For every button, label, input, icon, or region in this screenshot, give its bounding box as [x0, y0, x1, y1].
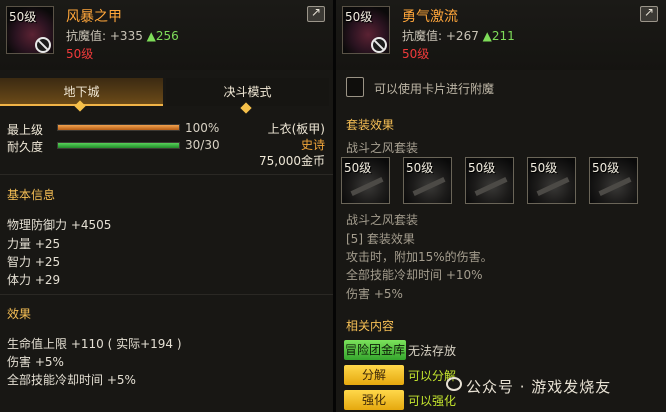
rarity: 史诗: [300, 138, 325, 152]
right-item-panel: 50级 勇气激流 抗魔值: +267 ▲211 50级 可以使用卡片进行附魔 套…: [336, 0, 666, 412]
left-item-panel: 50级 风暴之甲 抗魔值: +335 ▲256 50级 地下城 决斗模式 最上级…: [0, 0, 333, 412]
tab-duel-label: 决斗模式: [223, 85, 272, 99]
set-effect-title: 套装效果: [346, 118, 395, 132]
enchant-card-slot[interactable]: [346, 77, 364, 97]
set-detail-line: [5] 套装效果: [346, 232, 415, 246]
enchant-label: 可以使用卡片进行附魔: [374, 82, 495, 96]
required-level: 50级: [402, 47, 430, 61]
set-piece-level: 50级: [406, 161, 434, 175]
set-piece-slot[interactable]: 50级: [465, 157, 514, 204]
basic-info-title: 基本信息: [7, 188, 56, 202]
set-piece-level: 50级: [530, 161, 558, 175]
set-name: 战斗之风套装: [346, 141, 419, 155]
left-item-header: 50级 风暴之甲 抗魔值: +335 ▲256 50级: [0, 0, 333, 70]
stat-label: 抗魔值:: [66, 29, 107, 43]
required-level: 50级: [66, 47, 94, 61]
magic-resist-stat: 抗魔值: +335 ▲256: [66, 27, 179, 44]
reinforce-note: 可以强化: [408, 394, 457, 408]
stat-intelligence: 智力 +25: [7, 255, 61, 269]
divider: [0, 294, 333, 295]
armor-piece-icon: [598, 177, 632, 196]
effect-damage: 伤害 +5%: [7, 355, 64, 369]
effects-title: 效果: [7, 307, 32, 321]
effect-cooldown: 全部技能冷却时间 +5%: [7, 373, 136, 387]
stat-strength: 力量 +25: [7, 237, 61, 251]
mode-tabs: 地下城 决斗模式: [0, 78, 333, 114]
related-content-title: 相关内容: [346, 319, 395, 333]
set-piece-slot[interactable]: 50级: [589, 157, 638, 204]
durability-bar: [57, 142, 180, 149]
durability-bar-fill: [58, 143, 179, 148]
wechat-icon: [446, 377, 462, 391]
adventure-vault-button[interactable]: 冒险团金库: [344, 340, 406, 360]
set-piece-slot[interactable]: 50级: [341, 157, 390, 204]
durability-value: 30/30: [185, 138, 220, 152]
effect-hp: 生命值上限 +110 ( 实际+194 ): [7, 337, 182, 351]
set-detail-name: 战斗之风套装: [346, 213, 419, 227]
inactive-gem-icon: [240, 102, 252, 114]
right-item-header: 50级 勇气激流 抗魔值: +267 ▲211 50级: [336, 0, 666, 70]
item-name: 风暴之甲: [66, 9, 122, 25]
courage-torrent-item-icon: 50级: [342, 6, 390, 54]
tab-dungeon[interactable]: 地下城: [0, 78, 163, 112]
stat-value: +267: [445, 29, 479, 43]
magic-resist-stat: 抗魔值: +267 ▲211: [402, 27, 515, 44]
stat-physical-defense: 物理防御力 +4505: [7, 218, 112, 232]
no-trade-icon: [371, 37, 387, 53]
set-detail-line: 攻击时，附加15%的伤害。: [346, 250, 493, 264]
highest-grade-label: 最上级: [7, 123, 44, 137]
item-name: 勇气激流: [402, 9, 458, 25]
stat-bonus: ▲256: [146, 29, 179, 43]
price: 75,000金币: [259, 154, 325, 168]
slot-type: 上衣(板甲): [267, 122, 325, 136]
highest-grade-value: 100%: [185, 121, 220, 135]
share-icon[interactable]: [307, 5, 325, 22]
active-gem-icon: [74, 100, 86, 112]
vault-note: 无法存放: [408, 344, 457, 358]
set-detail-line: 全部技能冷却时间 +10%: [346, 268, 483, 282]
stat-vitality: 体力 +29: [7, 273, 61, 287]
stat-bonus: ▲211: [482, 29, 515, 43]
stat-label: 抗魔值:: [402, 29, 443, 43]
share-icon[interactable]: [640, 5, 658, 22]
set-piece-level: 50级: [468, 161, 496, 175]
armor-piece-icon: [474, 177, 508, 196]
highest-grade-bar-fill: [58, 125, 179, 130]
set-piece-level: 50级: [592, 161, 620, 175]
tab-duel-mode[interactable]: 决斗模式: [166, 78, 329, 114]
set-piece-level: 50级: [344, 161, 372, 175]
item-level-badge: 50级: [9, 10, 37, 24]
armor-piece-icon: [350, 177, 384, 196]
reinforce-button[interactable]: 强化: [344, 390, 404, 410]
durability-label: 耐久度: [7, 140, 44, 154]
stat-value: +335: [109, 29, 143, 43]
set-piece-slot[interactable]: 50级: [527, 157, 576, 204]
set-piece-slot[interactable]: 50级: [403, 157, 452, 204]
storm-armor-item-icon: 50级: [6, 6, 54, 54]
watermark: 公众号 · 游戏发烧友: [466, 378, 612, 396]
disassemble-button[interactable]: 分解: [344, 365, 404, 385]
armor-piece-icon: [412, 177, 446, 196]
item-level-badge: 50级: [345, 10, 373, 24]
tab-dungeon-label: 地下城: [63, 85, 100, 99]
armor-piece-icon: [536, 177, 570, 196]
no-trade-icon: [35, 37, 51, 53]
highest-grade-bar: [57, 124, 180, 131]
divider: [0, 174, 333, 175]
set-detail-line: 伤害 +5%: [346, 287, 403, 301]
